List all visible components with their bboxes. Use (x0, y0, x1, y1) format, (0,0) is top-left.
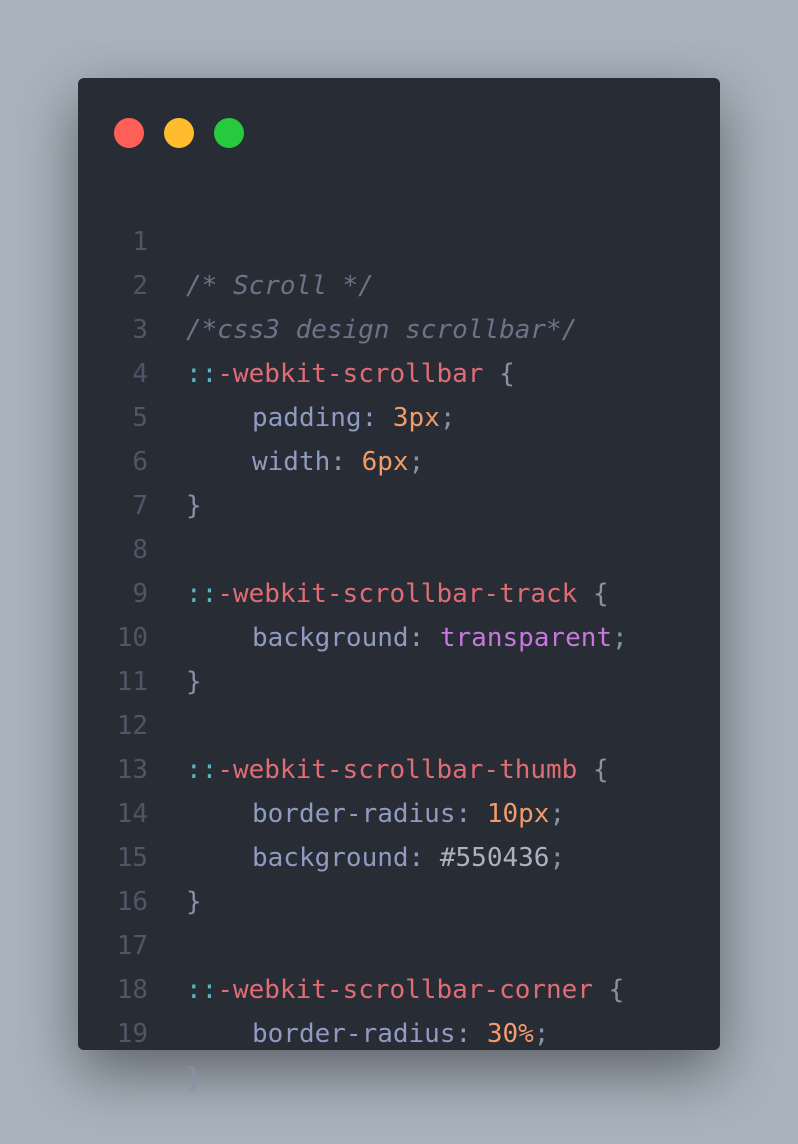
code-line-13: 13 border-radius: 10px; (78, 704, 720, 829)
semicolon: ; (533, 1019, 550, 1049)
code-line-19: 19 } (78, 968, 720, 1093)
code-line-6: 6 } (78, 396, 720, 521)
code-line-10: 10 } (78, 572, 720, 697)
value: 30% (486, 1019, 534, 1049)
code-line-8: 8 ::-webkit-scrollbar-track { (78, 484, 720, 609)
code-line-5: 5 width: 6px; (78, 352, 720, 477)
minimize-dot-icon[interactable] (164, 118, 194, 148)
close-dot-icon[interactable] (114, 118, 144, 148)
code-line-12: 12 ::-webkit-scrollbar-thumb { (78, 660, 720, 785)
code-line-15: 15 } (78, 792, 720, 917)
maximize-dot-icon[interactable] (214, 118, 244, 148)
code-line-3: 3 ::-webkit-scrollbar { (78, 264, 720, 389)
code-line-1: 1 /* Scroll */ (78, 176, 720, 301)
close-brace: } (186, 1063, 202, 1093)
code-line-18: 18 border-radius: 30%; (78, 924, 720, 1049)
code-line-17: 17 ::-webkit-scrollbar-corner { (78, 880, 720, 1005)
code-block: 1 /* Scroll */ 2 /*css3 design scrollbar… (78, 176, 720, 1093)
code-line-9: 9 background: transparent; (78, 528, 720, 653)
code-line-4: 4 padding: 3px; (78, 308, 720, 433)
code-line-11: 11 (78, 616, 720, 697)
line-number: 19 (116, 1019, 148, 1049)
colon: : (455, 1019, 472, 1049)
code-line-2: 2 /*css3 design scrollbar*/ (78, 220, 720, 345)
code-window: 1 /* Scroll */ 2 /*css3 design scrollbar… (78, 78, 720, 1093)
code-line-16: 16 (78, 836, 720, 917)
code-line-14: 14 background: #550436; (78, 748, 720, 873)
property: border-radius (252, 1019, 456, 1049)
code-line-7: 7 (78, 440, 720, 521)
